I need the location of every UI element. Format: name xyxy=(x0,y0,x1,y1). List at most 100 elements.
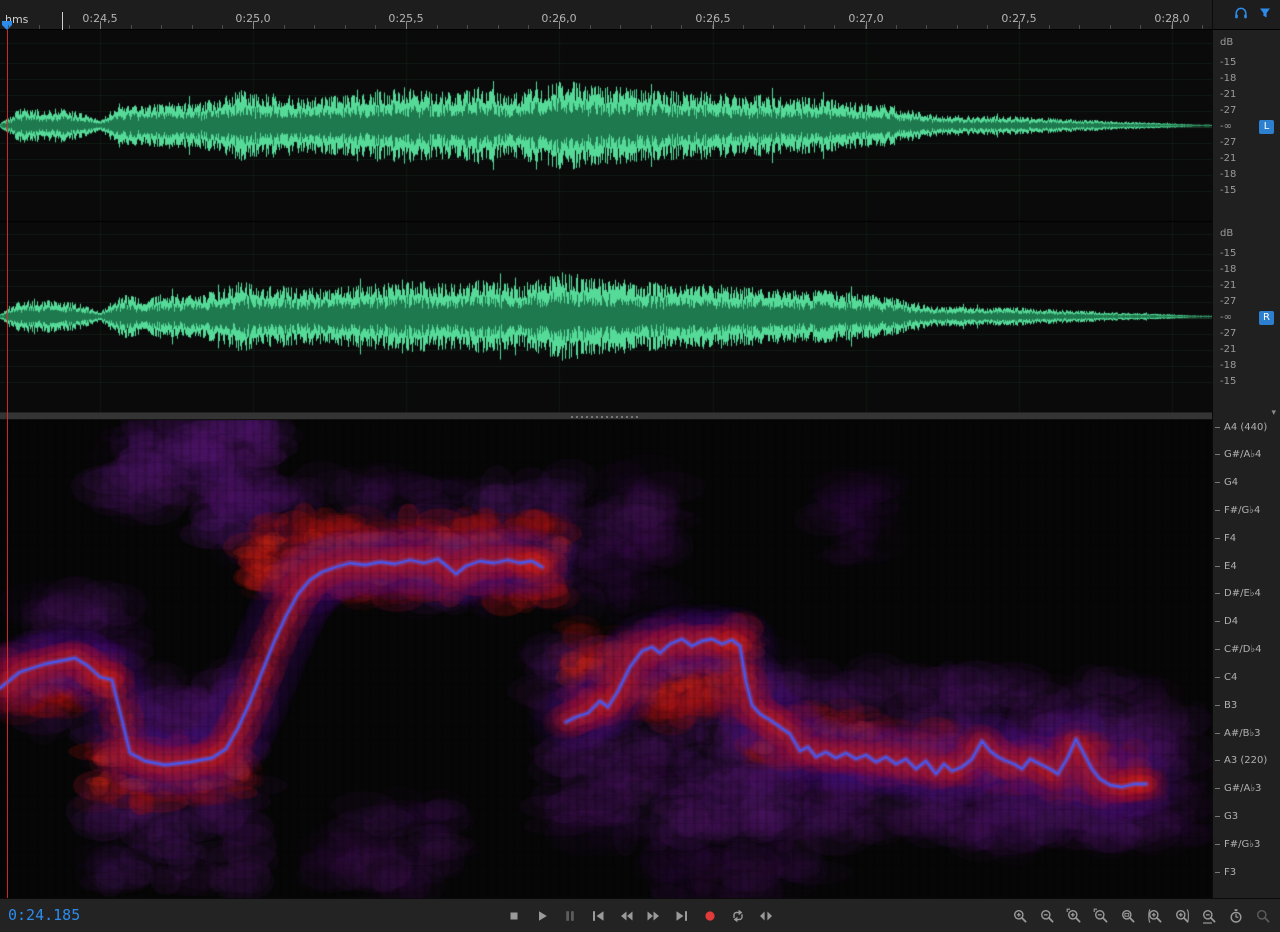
zoom-in-at-out-point-button[interactable] xyxy=(1171,903,1193,929)
zoom-full-icon xyxy=(1201,908,1217,924)
scale-collapse-arrow-icon[interactable]: ▾ xyxy=(1271,408,1276,418)
db-label: -27 xyxy=(1220,329,1236,339)
pitch-display-panel[interactable] xyxy=(0,420,1212,898)
zoom-to-selection-button[interactable] xyxy=(1117,903,1139,929)
note-label: E4 xyxy=(1215,560,1237,572)
pause-icon xyxy=(562,908,578,924)
ruler-tick-label: 0:26,0 xyxy=(541,12,576,25)
note-label: D#/E♭4 xyxy=(1215,588,1261,600)
status-bar: 0:24.185 xyxy=(0,898,1280,932)
fast-forward-button[interactable] xyxy=(643,903,665,929)
db-label: -∞ xyxy=(1220,122,1232,132)
note-label: G3 xyxy=(1215,811,1238,823)
db-label: -27 xyxy=(1220,106,1236,116)
note-label: G#/A♭3 xyxy=(1215,783,1261,795)
zoom-out-point-icon xyxy=(1174,908,1190,924)
ruler-minor-tick xyxy=(1110,25,1111,29)
db-label: -15 xyxy=(1220,249,1236,259)
note-label: A#/B♭3 xyxy=(1215,727,1261,739)
timeline-ruler[interactable]: hms 0:24,50:25,00:25,50:26,00:26,50:27,0… xyxy=(0,0,1212,30)
db-label: -15 xyxy=(1220,377,1236,387)
ruler-minor-tick xyxy=(743,25,744,29)
ruler-minor-tick xyxy=(1049,25,1050,29)
note-label: C4 xyxy=(1215,671,1237,683)
ruler-minor-tick xyxy=(773,25,774,29)
record-button[interactable] xyxy=(699,903,721,929)
rewind-button[interactable] xyxy=(615,903,637,929)
loop-playback-button[interactable] xyxy=(727,903,749,929)
transport-controls xyxy=(503,903,777,929)
splitter-corner: ▾ xyxy=(1212,412,1280,420)
playhead-handle[interactable] xyxy=(2,21,12,30)
ruler-minor-tick xyxy=(39,25,40,29)
ruler-tick-label: 0:28,0 xyxy=(1154,12,1189,25)
channel-badge-r[interactable]: R xyxy=(1259,311,1274,325)
ruler-minor-tick xyxy=(131,25,132,29)
ruler-minor-tick xyxy=(896,25,897,29)
ruler-minor-tick xyxy=(528,25,529,29)
note-label: G4 xyxy=(1215,477,1238,489)
ruler-minor-tick xyxy=(957,25,958,29)
ruler-minor-tick xyxy=(834,25,835,29)
pitch-display-canvas[interactable] xyxy=(0,420,1212,898)
filter-icon xyxy=(1257,5,1273,24)
panel-splitter[interactable] xyxy=(0,412,1212,420)
note-label: D4 xyxy=(1215,616,1238,628)
ruler-tick-label: 0:26,5 xyxy=(695,12,730,25)
ruler-minor-tick xyxy=(987,25,988,29)
db-label: -21 xyxy=(1220,345,1236,355)
ruler-minor-tick xyxy=(284,25,285,29)
go-to-end-icon xyxy=(674,908,690,924)
current-time-display: 0:24.185 xyxy=(8,906,80,924)
note-label: A3 (220) xyxy=(1215,755,1267,767)
zoom-out-full-button[interactable] xyxy=(1198,903,1220,929)
ruler-minor-tick xyxy=(620,25,621,29)
zoom-in-time-button[interactable] xyxy=(1063,903,1085,929)
go-to-start-button[interactable] xyxy=(587,903,609,929)
db-label: -∞ xyxy=(1220,313,1232,323)
note-scale[interactable]: A4 (440)G#/A♭4G4F#/G♭4F4E4D#/E♭4D4C#/D♭4… xyxy=(1212,420,1280,898)
waveform-canvas[interactable] xyxy=(0,30,1212,412)
db-label: -15 xyxy=(1220,58,1236,68)
display-settings-button[interactable] xyxy=(1256,6,1274,24)
skip-selection-button[interactable] xyxy=(755,903,777,929)
ruler-minor-tick xyxy=(437,25,438,29)
play-button[interactable] xyxy=(531,903,553,929)
timer-button[interactable] xyxy=(1225,903,1247,929)
ruler-minor-tick xyxy=(590,25,591,29)
zoom-reset-icon xyxy=(1255,908,1271,924)
ruler-minor-tick xyxy=(651,25,652,29)
pause-button[interactable] xyxy=(559,903,581,929)
timer-icon xyxy=(1228,908,1244,924)
db-label: dB xyxy=(1220,38,1233,48)
db-label: -27 xyxy=(1220,297,1236,307)
ruler-tick-label: 0:25,5 xyxy=(388,12,423,25)
monitor-button[interactable] xyxy=(1232,6,1250,24)
zoom-out-button[interactable] xyxy=(1036,903,1058,929)
go-to-start-icon xyxy=(590,908,606,924)
zoom-in-time-icon xyxy=(1066,908,1082,924)
ruler-tick-label: 0:27,0 xyxy=(848,12,883,25)
go-to-end-button[interactable] xyxy=(671,903,693,929)
rewind-icon xyxy=(618,908,634,924)
note-label: F#/G♭3 xyxy=(1215,838,1260,850)
ruler-minor-tick xyxy=(345,25,346,29)
note-label: F3 xyxy=(1215,866,1236,878)
db-label: -21 xyxy=(1220,281,1236,291)
zoom-in-button[interactable] xyxy=(1009,903,1031,929)
channel-badge-l[interactable]: L xyxy=(1259,120,1274,134)
amplitude-scale[interactable]: dB-15-18-21-27-∞-27-21-18-15LdB-15-18-21… xyxy=(1212,30,1280,412)
record-icon xyxy=(702,908,718,924)
ruler-minor-tick xyxy=(681,25,682,29)
ruler-corner xyxy=(1212,0,1280,30)
stop-button[interactable] xyxy=(503,903,525,929)
db-label: -21 xyxy=(1220,90,1236,100)
waveform-panel[interactable] xyxy=(0,30,1212,412)
zoom-reset-button[interactable] xyxy=(1252,903,1274,929)
db-label: -18 xyxy=(1220,361,1236,371)
splitter-grip-icon xyxy=(571,416,641,418)
db-label: dB xyxy=(1220,229,1233,239)
zoom-in-at-in-point-button[interactable] xyxy=(1144,903,1166,929)
play-icon xyxy=(534,908,550,924)
zoom-out-time-button[interactable] xyxy=(1090,903,1112,929)
